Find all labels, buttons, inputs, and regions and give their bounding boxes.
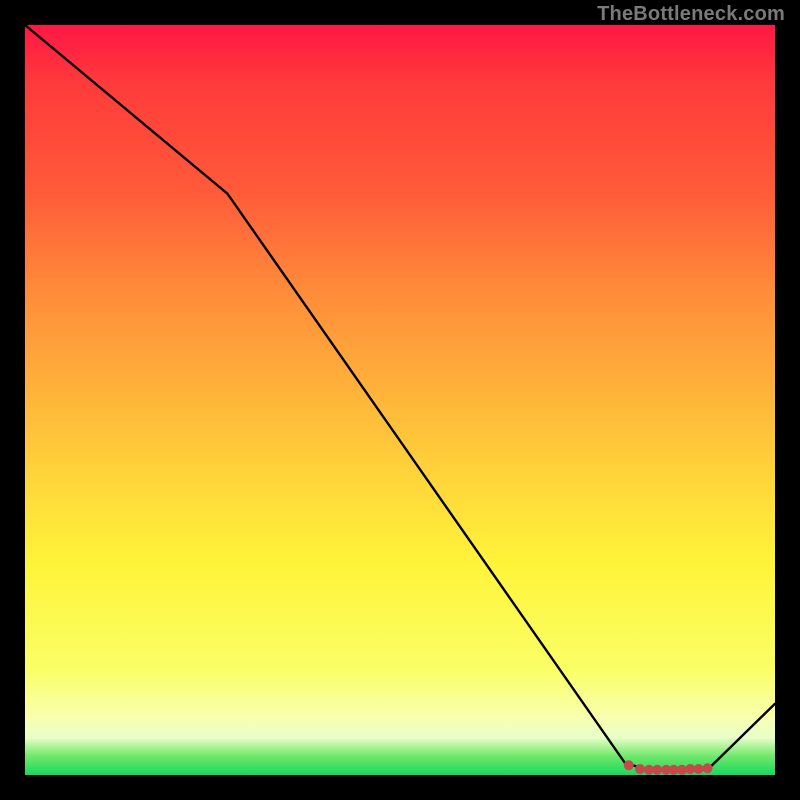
watermark-text: TheBottleneck.com [597, 3, 785, 26]
chart-frame: TheBottleneck.com [25, 25, 775, 775]
background-gradient [25, 25, 775, 775]
plot-area [25, 25, 775, 775]
